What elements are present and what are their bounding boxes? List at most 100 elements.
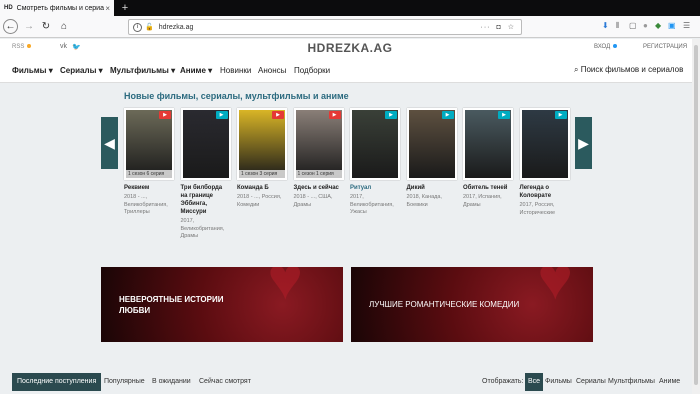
movie-poster[interactable]: ▶ 1 сезон 3 серия (237, 108, 287, 180)
slider-next-button[interactable]: ▶ (575, 117, 592, 169)
sidebar-icon[interactable]: ▢ (629, 21, 637, 30)
browser-toolbar: ← → ↻ ⌂ i 🔓 hdrezka.ag ··· ◘ ☆ ⬇ ⫴ ▢ ● ◆… (0, 16, 700, 38)
back-icon[interactable]: ← (3, 19, 18, 34)
menu-icon[interactable]: ☰ (683, 21, 690, 30)
banner-love-stories[interactable]: НЕВЕРОЯТНЫЕ ИСТОРИИ ЛЮБВИ ♥ (101, 267, 343, 342)
extension-gray-icon[interactable]: ● (643, 21, 648, 30)
filter-cartoons[interactable]: Мультфильмы (608, 373, 655, 391)
menu-new[interactable]: Новинки (220, 66, 251, 75)
filter-anime[interactable]: Аниме (659, 373, 680, 391)
reload-icon[interactable]: ↻ (38, 19, 54, 35)
extension-green-icon[interactable]: ◆ (655, 21, 661, 30)
movie-meta: 2017, Испания, Драмы (463, 194, 502, 208)
tab-popular[interactable]: Популярные (104, 373, 145, 391)
login-link[interactable]: ВХОД (594, 44, 618, 50)
section-title: Новые фильмы, сериалы, мультфильмы и ани… (124, 91, 349, 101)
insecure-lock-icon[interactable]: 🔓 (145, 23, 154, 31)
filter-series[interactable]: Сериалы (576, 373, 606, 391)
menu-series[interactable]: Сериалы ▾ (60, 66, 103, 75)
movie-meta: 2018 - ..., Великобритания, Триллеры (124, 194, 168, 215)
episode-label: 1 сезон 1 серия (295, 170, 342, 178)
new-tab-button[interactable]: + (119, 0, 131, 16)
tab-close-icon[interactable]: × (105, 4, 110, 13)
movie-title[interactable]: Обитель теней (463, 184, 513, 192)
filter-all[interactable]: Все (525, 373, 544, 391)
site-top-row: RSS vk 🐦 HDREZKA.AG ВХОД РЕГИСТРАЦИЯ (0, 39, 700, 58)
movie-poster[interactable]: ▶ 1 сезон 6 серия (124, 108, 174, 180)
downloads-icon[interactable]: ⬇ (602, 21, 609, 30)
movie-meta: 2018, Канада, Боевики (406, 194, 442, 208)
movie-poster[interactable]: ▶ (519, 108, 570, 180)
filter-films[interactable]: Фильмы (545, 373, 572, 391)
movie-card[interactable]: ▶ Три билборда на границе Эббинга, Миссур… (180, 108, 231, 241)
pocket-icon[interactable]: ◘ (496, 24, 501, 31)
movie-title[interactable]: Реквием (124, 184, 174, 192)
menu-anime[interactable]: Аниме ▾ (180, 66, 212, 75)
menu-announces[interactable]: Анонсы (258, 66, 286, 75)
info-icon[interactable]: i (133, 22, 142, 32)
movie-poster[interactable]: ▶ 1 сезон 1 серия (293, 108, 344, 180)
scrollbar-thumb[interactable] (694, 45, 698, 385)
filter-label: Отображать: (482, 378, 524, 385)
movie-title[interactable]: Легенда о Коловрате (520, 184, 570, 200)
movie-card[interactable]: ▶ Легенда о Коловрате 2017, Россия, Истори… (519, 108, 570, 217)
episode-label: 1 сезон 3 серия (239, 170, 285, 178)
menu-collections[interactable]: Подборки (294, 66, 330, 75)
slider-prev-button[interactable]: ◀ (101, 117, 118, 169)
play-badge-icon: ▶ (159, 111, 171, 119)
movie-card[interactable]: ▶ 1 сезон 6 серия Реквием 2018 - ..., Велик… (124, 108, 174, 217)
tab-watching-now[interactable]: Сейчас смотрят (199, 373, 251, 391)
heart-decoration-icon: ♥ (267, 267, 303, 312)
search-link[interactable]: ⌕ Поиск фильмов и сериалов (574, 65, 683, 75)
browser-tab-bar: HD Смотреть фильмы и сериа × + (0, 0, 700, 16)
play-badge-icon: ▶ (498, 111, 510, 119)
search-label: Поиск фильмов и сериалов (580, 65, 684, 74)
play-badge-icon: ▶ (554, 111, 567, 119)
movie-title[interactable]: Здесь и сейчас (294, 184, 344, 192)
movie-title[interactable]: Ритуал (350, 184, 400, 192)
movie-title[interactable]: Три билборда на границе Эббинга, Миссури (181, 184, 231, 216)
play-badge-icon: ▶ (215, 111, 228, 119)
home-icon[interactable]: ⌂ (56, 19, 72, 35)
tab-title: Смотреть фильмы и сериа (16, 4, 104, 12)
movie-title[interactable]: Команда Б (237, 184, 287, 192)
search-icon: ⌕ (574, 65, 581, 74)
movie-meta: 2018 - ..., Россия, Комедии (237, 194, 282, 208)
banner-title: ЛУЧШИЕ РОМАНТИЧЕСКИЕ КОМЕДИИ (369, 300, 520, 309)
movie-poster[interactable]: ▶ (406, 108, 457, 180)
banner-romantic-comedies[interactable]: ЛУЧШИЕ РОМАНТИЧЕСКИЕ КОМЕДИИ ♥ (351, 267, 593, 342)
movie-card[interactable]: ▶ 1 сезон 1 серия Здесь и сейчас 2018 - ...… (293, 108, 344, 209)
movie-meta: 2017, Великобритания, Ужасы (350, 194, 394, 215)
site-favicon-icon: HD (4, 5, 13, 11)
movie-meta: 2018 - ..., США, Драмы (293, 194, 333, 208)
movie-card[interactable]: ▶ Дикий 2018, Канада, Боевики (406, 108, 457, 209)
scrollbar[interactable] (692, 39, 700, 394)
extension-blue-icon[interactable]: ▣ (668, 21, 676, 30)
movie-title[interactable]: Дикий (407, 184, 457, 192)
tab-latest[interactable]: Последние поступления (12, 373, 102, 391)
menu-films[interactable]: Фильмы ▾ (12, 66, 53, 75)
movie-poster[interactable]: ▶ (180, 108, 231, 180)
url-text[interactable]: hdrezka.ag (159, 24, 481, 31)
address-bar[interactable]: i 🔓 hdrezka.ag ··· ◘ ☆ (128, 19, 522, 35)
movie-poster[interactable]: ▶ (463, 108, 513, 180)
movie-card[interactable]: ▶ 1 сезон 3 серия Команда Б 2018 - ..., Рос… (237, 108, 287, 209)
play-badge-icon: ▶ (441, 111, 454, 119)
page-actions-icon[interactable]: ··· (480, 24, 490, 31)
register-link[interactable]: РЕГИСТРАЦИЯ (643, 44, 687, 50)
login-dot-icon (613, 44, 618, 48)
browser-tab[interactable]: HD Смотреть фильмы и сериа × (0, 0, 114, 16)
tab-upcoming[interactable]: В ожидании (152, 373, 191, 391)
movie-card[interactable]: ▶ Обитель теней 2017, Испания, Драмы (463, 108, 513, 209)
forward-icon[interactable]: → (21, 19, 37, 35)
play-badge-icon: ▶ (328, 111, 341, 119)
play-badge-icon: ▶ (385, 111, 397, 119)
main-menu: Фильмы ▾ Сериалы ▾ Мультфильмы ▾ Аниме ▾… (0, 58, 700, 83)
movie-poster[interactable]: ▶ (350, 108, 400, 180)
bookmark-star-icon[interactable]: ☆ (508, 23, 515, 31)
library-icon[interactable]: ⫴ (616, 21, 619, 31)
menu-cartoons[interactable]: Мультфильмы ▾ (110, 66, 175, 75)
website: RSS vk 🐦 HDREZKA.AG ВХОД РЕГИСТРАЦИЯ Фил… (0, 39, 700, 394)
bottom-tabs-bar: Последние поступления Популярные В ожида… (0, 373, 700, 394)
movie-card[interactable]: ▶ Ритуал 2017, Великобритания, Ужасы (350, 108, 400, 217)
